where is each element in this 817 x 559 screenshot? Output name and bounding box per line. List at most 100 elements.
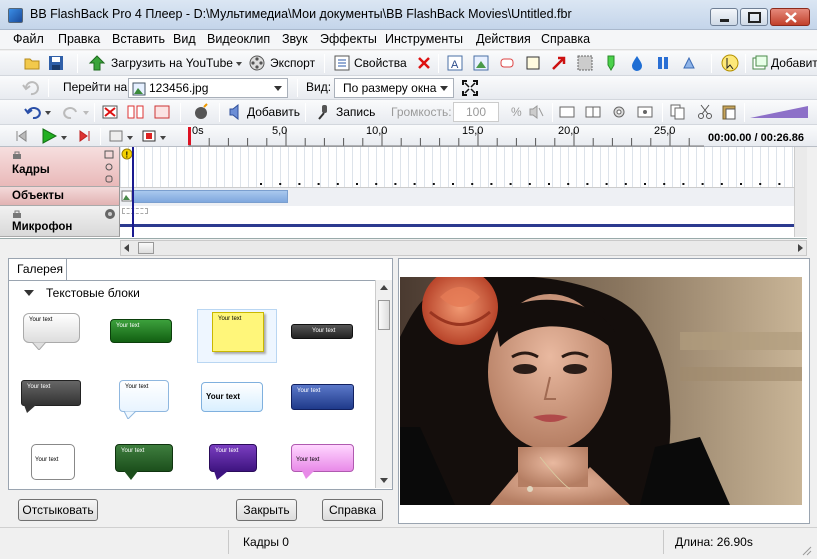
cut-frames-icon[interactable] <box>127 104 145 120</box>
zoom-dropdown-arrow[interactable] <box>127 136 133 140</box>
image-icon[interactable] <box>473 55 489 71</box>
pause-effect-icon[interactable] <box>655 55 671 71</box>
gallery-item-6[interactable]: Your text <box>119 380 169 412</box>
properties-icon[interactable] <box>334 55 350 71</box>
fullscreen-icon[interactable] <box>461 79 479 97</box>
help-button[interactable]: Справка <box>322 499 383 521</box>
timeline-vertical-scrollbar[interactable] <box>794 147 807 237</box>
close-gallery-button[interactable]: Закрыть <box>236 499 297 521</box>
close-button[interactable] <box>770 8 810 26</box>
undo-dropdown-arrow[interactable] <box>45 111 51 115</box>
track-frames-header[interactable]: Кадры <box>0 147 120 187</box>
frame-gear-icon[interactable] <box>610 104 628 120</box>
upload-dropdown-arrow[interactable] <box>236 62 242 66</box>
undo-icon[interactable] <box>24 104 42 120</box>
gallery-item-11[interactable]: Your text <box>209 444 257 472</box>
add-object-icon[interactable] <box>752 55 768 71</box>
gallery-item-9[interactable]: Your text <box>31 444 75 480</box>
track-mic-header[interactable]: Микрофон <box>0 206 120 237</box>
menu-edit[interactable]: Правка <box>58 32 100 46</box>
scroll-down-icon[interactable] <box>380 478 388 484</box>
gallery-item-4[interactable]: Your text <box>291 324 353 339</box>
menu-view[interactable]: Вид <box>173 32 196 46</box>
mute-icon[interactable] <box>528 104 544 120</box>
track-frames-tools-icon[interactable] <box>104 150 114 184</box>
play-icon[interactable] <box>40 127 58 145</box>
microphone-icon[interactable] <box>316 104 330 120</box>
timeline-horizontal-scrollbar[interactable] <box>120 240 807 256</box>
frame-mark-icon[interactable] <box>636 104 654 120</box>
collapse-triangle-icon[interactable] <box>24 290 34 296</box>
export-film-icon[interactable] <box>248 54 266 72</box>
open-folder-icon[interactable] <box>24 55 40 71</box>
upload-icon[interactable] <box>88 54 106 72</box>
next-frame-icon[interactable] <box>78 129 92 143</box>
highlight-icon[interactable] <box>603 55 619 71</box>
playhead-line[interactable] <box>132 147 134 237</box>
gallery-item-8[interactable]: Your text <box>291 384 354 410</box>
scroll-up-icon[interactable] <box>380 284 388 290</box>
save-icon[interactable] <box>48 55 64 71</box>
cut-marker-icon[interactable] <box>142 129 158 143</box>
gallery-item-1[interactable]: Your text <box>23 313 80 343</box>
rounded-rect-icon[interactable] <box>499 55 515 71</box>
export-button[interactable]: Экспорт <box>270 56 315 70</box>
delete-frame-icon[interactable] <box>101 104 119 120</box>
timeline-ruler[interactable]: 0s 5,0 10,0 15,0 20,0 25,0 <box>188 125 704 147</box>
scroll-thumb[interactable] <box>138 242 154 254</box>
gallery-item-5[interactable]: Your text <box>21 380 81 406</box>
speaker-icon[interactable] <box>104 208 116 220</box>
menu-tools[interactable]: Инструменты <box>385 32 463 46</box>
undock-button[interactable]: Отстыковать <box>18 499 98 521</box>
gallery-item-2[interactable]: Your text <box>110 319 172 343</box>
scroll-right-icon[interactable] <box>796 244 804 252</box>
play-dropdown-arrow[interactable] <box>61 136 67 140</box>
marker-dropdown-arrow[interactable] <box>160 136 166 140</box>
upload-youtube-button[interactable]: Загрузить на YouTube <box>111 56 233 70</box>
volume-input[interactable]: 100 <box>453 102 499 122</box>
scroll-left-icon[interactable] <box>123 244 131 252</box>
menu-videoclip[interactable]: Видеоклип <box>207 32 270 46</box>
sound-bomb-icon[interactable] <box>192 103 210 121</box>
rectangle-icon[interactable] <box>525 55 541 71</box>
menu-insert[interactable]: Вставить <box>112 32 165 46</box>
menu-actions[interactable]: Действия <box>476 32 531 46</box>
add-sound-button[interactable]: Добавить <box>247 105 300 119</box>
add-sound-icon[interactable] <box>228 104 242 120</box>
track-objects-header[interactable]: Объекты <box>0 187 120 206</box>
menu-effects[interactable]: Эффекты <box>320 32 377 46</box>
playhead-marker[interactable] <box>188 127 191 145</box>
resize-grip-icon[interactable] <box>800 544 812 556</box>
menu-file[interactable]: Файл <box>13 32 44 46</box>
cursor-effect-icon[interactable] <box>721 54 739 72</box>
sound-effect-icon[interactable] <box>681 55 697 71</box>
menu-help[interactable]: Справка <box>541 32 590 46</box>
gallery-item-12[interactable]: Your text <box>291 444 354 472</box>
gallery-section-title[interactable]: Текстовые блоки <box>46 286 140 300</box>
preview-image[interactable] <box>400 277 802 505</box>
gallery-item-3[interactable]: Your text <box>212 312 264 352</box>
volume-slider[interactable] <box>750 104 810 120</box>
minimize-button[interactable] <box>710 8 738 26</box>
tab-gallery[interactable]: Галерея <box>8 258 67 280</box>
record-button[interactable]: Запись <box>336 105 375 119</box>
crop-icon[interactable] <box>153 104 171 120</box>
paste-icon[interactable] <box>721 104 737 120</box>
arrow-icon[interactable] <box>551 55 567 71</box>
zoom-frame-icon[interactable] <box>109 129 125 143</box>
microphone-track[interactable] <box>120 206 794 237</box>
frames-track[interactable] <box>120 147 794 187</box>
rewind-icon[interactable] <box>14 129 28 143</box>
gallery-scrollbar[interactable] <box>375 280 392 488</box>
copy-icon[interactable] <box>670 104 686 120</box>
scissors-icon[interactable] <box>697 104 713 120</box>
drop-icon[interactable] <box>629 55 645 71</box>
menu-sound[interactable]: Звук <box>282 32 308 46</box>
add-object-button[interactable]: Добавить <box>771 56 817 70</box>
frame-icon[interactable] <box>558 104 576 120</box>
lock-icon[interactable] <box>12 209 22 218</box>
gallery-scroll-thumb[interactable] <box>378 300 390 330</box>
blur-icon[interactable] <box>577 55 593 71</box>
delete-icon[interactable] <box>417 56 431 70</box>
text-box-icon[interactable]: A <box>447 55 463 71</box>
